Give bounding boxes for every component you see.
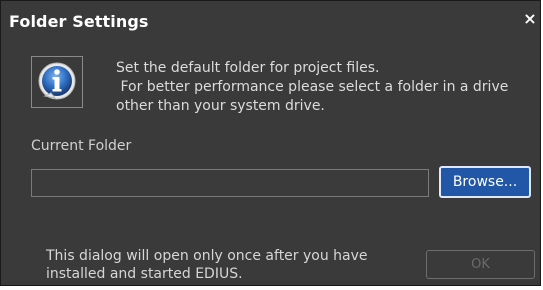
dialog-message: Set the default folder for project files…	[116, 60, 509, 114]
info-icon	[31, 56, 83, 108]
dialog-title: Folder Settings	[9, 12, 149, 31]
browse-button[interactable]: Browse...	[439, 166, 531, 198]
folder-settings-dialog: Folder Settings × Set the default folder…	[0, 0, 541, 286]
dialog-titlebar[interactable]: Folder Settings ×	[1, 1, 540, 39]
ok-button[interactable]: OK	[426, 250, 535, 279]
footer-note: This dialog will open only once after yo…	[46, 248, 368, 282]
current-folder-field[interactable]	[31, 169, 429, 197]
current-folder-label: Current Folder	[31, 138, 132, 154]
close-button[interactable]: ×	[522, 10, 538, 28]
